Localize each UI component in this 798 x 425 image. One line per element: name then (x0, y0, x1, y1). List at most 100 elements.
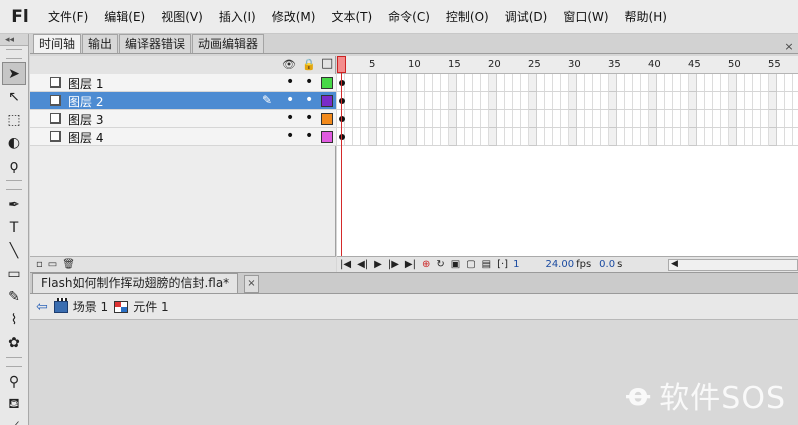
timeline-horizontal-scrollbar[interactable]: ◀ (668, 258, 798, 271)
edit-multiple-frames-icon[interactable]: ▤ (479, 259, 494, 270)
watermark-text: 软件SOS (659, 381, 786, 416)
panel-close-icon[interactable]: × (780, 40, 798, 53)
outline-color-swatch[interactable] (321, 113, 333, 125)
layer-icon (50, 95, 61, 106)
keyframe[interactable] (339, 116, 345, 122)
lock-dot[interactable]: • (305, 110, 313, 126)
elapsed-time-value[interactable]: 0.0 (597, 259, 617, 270)
eyedropper-tool[interactable]: ⟋ (2, 416, 26, 425)
text-tool[interactable]: T (2, 216, 26, 239)
close-document-icon[interactable]: × (244, 275, 259, 293)
menu-debug[interactable]: 调试(D) (497, 0, 556, 34)
scroll-left-icon[interactable]: ◀ (671, 259, 678, 269)
last-frame-icon[interactable]: ▶| (402, 259, 419, 270)
new-layer-icon[interactable]: ▫ (36, 259, 43, 270)
toolbar-separator (6, 180, 22, 190)
rectangle-tool[interactable]: ▭ (2, 262, 26, 285)
keyframe[interactable] (339, 80, 345, 86)
current-frame[interactable]: 1 (511, 259, 521, 270)
selection-tool[interactable]: ➤ (2, 62, 26, 85)
lasso-tool[interactable]: ϙ (2, 154, 26, 177)
lock-dot[interactable]: • (305, 128, 313, 144)
visibility-dot[interactable]: • (286, 92, 294, 108)
subselection-icon: ↖ (8, 88, 20, 105)
ruler-tick: 40 (648, 59, 661, 70)
frame-rate-value[interactable]: 24.00 (543, 259, 576, 270)
onion-outline-icon[interactable]: ▢ (463, 259, 478, 270)
menu-commands[interactable]: 命令(C) (380, 0, 438, 34)
brush-tool[interactable]: ⌇ (2, 308, 26, 331)
frame-grid[interactable]: 1 5 10 15 20 25 30 35 40 45 50 55 (337, 56, 798, 256)
menu-help[interactable]: 帮助(H) (617, 0, 675, 34)
menu-control[interactable]: 控制(O) (438, 0, 497, 34)
visibility-dot[interactable]: • (286, 128, 294, 144)
outline-color-swatch[interactable] (321, 131, 333, 143)
keyframe[interactable] (339, 134, 345, 140)
rectangle-icon: ▭ (7, 265, 21, 282)
playhead[interactable] (337, 56, 346, 73)
delete-layer-icon[interactable]: 🗑 (62, 259, 75, 270)
first-frame-icon[interactable]: |◀ (337, 259, 354, 270)
menu-file[interactable]: 文件(F) (40, 0, 96, 34)
outline-all-icon[interactable]: □ (321, 56, 333, 71)
play-icon[interactable]: ▶ (371, 259, 385, 270)
watermark: ꝋ 软件SOS (626, 373, 786, 417)
3d-rotation-tool[interactable]: ◐ (2, 131, 26, 154)
collapse-toolbar-button[interactable]: ◂◂ (0, 34, 28, 46)
bone-tool[interactable]: ⚲ (2, 370, 26, 393)
modify-markers-icon[interactable]: [·] (494, 259, 511, 270)
prev-frame-icon[interactable]: ◀| (354, 259, 371, 270)
paint-bucket-tool[interactable]: ⛾ (2, 393, 26, 416)
pencil-tool[interactable]: ✎ (2, 285, 26, 308)
onion-skin-icon[interactable]: ▣ (448, 259, 463, 270)
menu-edit[interactable]: 编辑(E) (96, 0, 153, 34)
menu-window[interactable]: 窗口(W) (555, 0, 616, 34)
menu-modify[interactable]: 修改(M) (264, 0, 324, 34)
tab-output[interactable]: 输出 (82, 34, 119, 53)
tab-timeline[interactable]: 时间轴 (33, 34, 82, 53)
frame-ruler[interactable]: 1 5 10 15 20 25 30 35 40 45 50 55 (337, 56, 798, 74)
timeline-status-bar: |◀ ◀| ▶ |▶ ▶| ⊕ ↻ ▣ ▢ ▤ [·] 1 24.00 fps … (337, 256, 798, 272)
center-frame-icon[interactable]: ⊕ (419, 259, 433, 270)
loop-icon[interactable]: ↻ (433, 259, 447, 270)
toolbar-grip[interactable] (6, 49, 22, 59)
frame-marker-shade (769, 74, 777, 146)
menu-text[interactable]: 文本(T) (323, 0, 380, 34)
tab-motion-editor[interactable]: 动画编辑器 (192, 34, 265, 53)
free-transform-tool[interactable]: ⬚ (2, 108, 26, 131)
visibility-dot[interactable]: • (286, 110, 294, 126)
subselection-tool[interactable]: ↖ (2, 85, 26, 108)
bone-icon: ⚲ (8, 373, 20, 390)
new-folder-icon[interactable]: ▭ (48, 259, 57, 270)
layer-row[interactable]: 图层 1 • • (30, 74, 336, 92)
stage-area[interactable]: ꝋ 软件SOS (30, 320, 798, 425)
pen-tool[interactable]: ✒ (2, 193, 26, 216)
outline-color-swatch[interactable] (321, 77, 333, 89)
layer-row[interactable]: 图层 4 • • (30, 128, 336, 146)
frame-marker-shade (569, 74, 577, 146)
tab-compiler-errors[interactable]: 编译器错误 (119, 34, 192, 53)
3d-rotation-icon: ◐ (7, 134, 21, 151)
elapsed-time-unit: s (617, 259, 623, 270)
menu-view[interactable]: 视图(V) (153, 0, 211, 34)
frame-marker-shade (449, 74, 457, 146)
breadcrumb-symbol[interactable]: 元件 1 (114, 298, 169, 315)
lock-dot[interactable]: • (305, 74, 313, 90)
keyframe[interactable] (339, 98, 345, 104)
layer-row[interactable]: 图层 3 • • (30, 110, 336, 128)
visibility-dot[interactable]: • (286, 74, 294, 90)
menu-insert[interactable]: 插入(I) (211, 0, 264, 34)
next-frame-icon[interactable]: |▶ (385, 259, 402, 270)
deco-tool[interactable]: ✿ (2, 331, 26, 354)
outline-color-swatch[interactable] (321, 95, 333, 107)
lock-dot[interactable]: • (305, 92, 313, 108)
lock-all-icon[interactable]: 🔒 (302, 58, 316, 71)
back-arrow-icon[interactable]: ⇦ (36, 299, 48, 315)
eyedropper-icon: ⟋ (9, 420, 19, 425)
breadcrumb-scene[interactable]: 场景 1 (53, 297, 108, 315)
document-tab[interactable]: Flash如何制作挥动翅膀的信封.fla* (32, 273, 239, 293)
layer-row[interactable]: 图层 2 ✎ • • (30, 92, 336, 110)
show-hide-all-eye-icon[interactable]: 👁 (282, 58, 296, 71)
line-tool[interactable]: ╲ (2, 239, 26, 262)
layer-icon (50, 77, 61, 88)
